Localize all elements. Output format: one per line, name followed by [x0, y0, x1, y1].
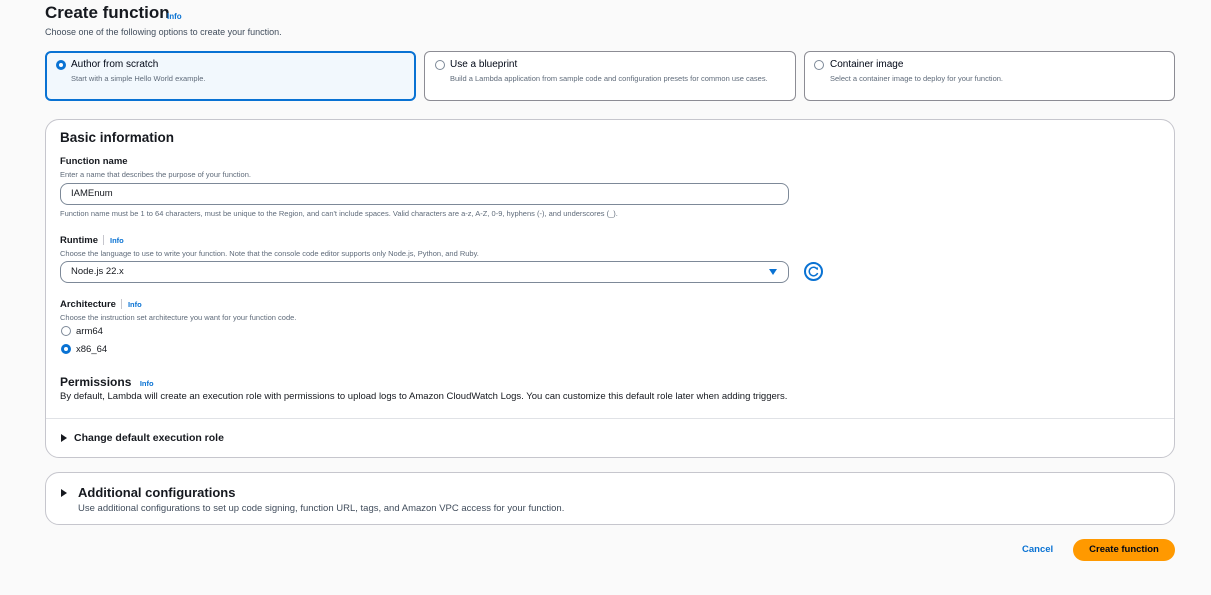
- function-name-input[interactable]: IAMEnum: [60, 183, 789, 205]
- runtime-selected-value: Node.js 22.x: [71, 266, 124, 277]
- permissions-info-link[interactable]: Info: [140, 379, 154, 388]
- cancel-button[interactable]: Cancel: [1022, 544, 1053, 555]
- option-description: Select a container image to deploy for y…: [830, 74, 1004, 83]
- option-use-a-blueprint[interactable]: Use a blueprint Build a Lambda applicati…: [424, 51, 796, 101]
- option-title: Author from scratch: [71, 59, 159, 70]
- function-name-description: Enter a name that describes the purpose …: [60, 170, 251, 179]
- label-separator: [120, 299, 122, 310]
- basic-information-heading: Basic information: [60, 130, 175, 145]
- x86-64-label[interactable]: x86_64: [76, 344, 107, 355]
- architecture-info-link[interactable]: Info: [128, 300, 142, 309]
- runtime-label-row: Runtime Info: [60, 235, 124, 246]
- option-title: Container image: [830, 59, 904, 70]
- caret-right-icon: [61, 489, 67, 497]
- function-name-constraint: Function name must be 1 to 64 characters…: [60, 209, 618, 218]
- refresh-button[interactable]: [804, 262, 823, 281]
- option-title: Use a blueprint: [450, 59, 518, 70]
- change-default-execution-role-toggle[interactable]: Change default execution role: [74, 432, 224, 444]
- refresh-icon: [808, 266, 819, 277]
- option-container-image[interactable]: Container image Select a container image…: [804, 51, 1175, 101]
- runtime-select[interactable]: Node.js 22.x: [60, 261, 789, 283]
- architecture-description: Choose the instruction set architecture …: [60, 313, 297, 322]
- caret-down-icon: [769, 269, 777, 275]
- arm64-label[interactable]: arm64: [76, 326, 103, 337]
- page-title: Create function: [45, 3, 170, 22]
- additional-configurations-description: Use additional configurations to set up …: [78, 503, 565, 514]
- option-description: Build a Lambda application from sample c…: [450, 74, 768, 83]
- architecture-label-row: Architecture Info: [60, 299, 142, 310]
- runtime-description: Choose the language to use to write your…: [60, 249, 479, 258]
- arm64-radio[interactable]: [61, 326, 71, 336]
- permissions-heading-row: Permissions Info: [60, 373, 154, 391]
- page-subtitle: Choose one of the following options to c…: [45, 27, 282, 37]
- permissions-heading: Permissions: [60, 375, 132, 389]
- container-image-radio[interactable]: [814, 60, 824, 70]
- runtime-info-link[interactable]: Info: [110, 236, 124, 245]
- author-from-scratch-radio[interactable]: [56, 60, 66, 70]
- option-description: Start with a simple Hello World example.: [71, 74, 206, 83]
- architecture-label: Architecture: [60, 299, 116, 310]
- runtime-label: Runtime: [60, 235, 98, 246]
- x86-64-radio[interactable]: [61, 344, 71, 354]
- use-a-blueprint-radio[interactable]: [435, 60, 445, 70]
- caret-right-icon: [61, 434, 67, 442]
- create-function-button[interactable]: Create function: [1073, 539, 1175, 561]
- permissions-description: By default, Lambda will create an execut…: [60, 391, 788, 402]
- label-separator: [103, 235, 104, 246]
- additional-configurations-toggle[interactable]: Additional configurations: [78, 485, 235, 500]
- option-author-from-scratch[interactable]: Author from scratch Start with a simple …: [45, 51, 416, 101]
- divider: [46, 418, 1174, 419]
- function-name-label: Function name: [60, 156, 128, 167]
- info-link[interactable]: Info: [167, 12, 182, 21]
